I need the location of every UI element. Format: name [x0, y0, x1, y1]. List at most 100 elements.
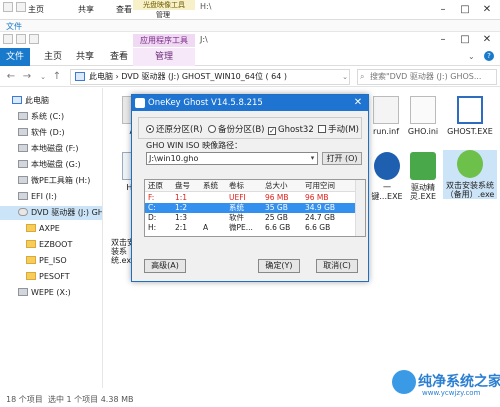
- sidebar-item-drive-i[interactable]: EFI (I:): [18, 190, 102, 204]
- cell-total: 6.6 GB: [265, 223, 291, 232]
- help-icon[interactable]: ?: [484, 51, 494, 61]
- folder-icon: [26, 256, 36, 264]
- forward-icon[interactable]: →: [20, 69, 34, 85]
- file-item-ghost-exe[interactable]: GHOST.EXE: [446, 96, 494, 136]
- partition-table: 还原 盘号 系统 卷标 总大小 可用空间 F: 1:1 UEFI 96 MB 9…: [144, 179, 366, 237]
- driver-app-icon: [410, 152, 436, 180]
- drive-icon: [18, 128, 28, 136]
- cell-disk: 1:1: [175, 193, 188, 202]
- tab-share[interactable]: 共享: [76, 48, 94, 66]
- cell-total: 35 GB: [265, 203, 288, 212]
- column-header: 可用空间: [305, 181, 335, 190]
- sidebar-item-drive-g[interactable]: 本地磁盘 (G:): [18, 158, 102, 172]
- file-item-autorun[interactable]: run.inf: [369, 96, 403, 136]
- sidebar-item-label: AXPE: [39, 224, 60, 233]
- quick-access-icon[interactable]: [3, 2, 13, 12]
- ghost-app-icon: [457, 96, 483, 124]
- tab-home[interactable]: 主页: [44, 48, 62, 66]
- sidebar-item-pe-iso[interactable]: PE_ISO: [26, 254, 102, 268]
- table-row-selected[interactable]: C: 1:2 系统 35 GB 34.9 GB: [145, 203, 355, 213]
- backup-radio[interactable]: 备份分区(B): [208, 125, 264, 136]
- watermark-text: 纯净系统之家: [418, 374, 500, 390]
- pc-icon: [75, 72, 85, 81]
- up-icon[interactable]: ↑: [50, 69, 64, 85]
- table-row[interactable]: H: 2:1 A 微PE... 6.6 GB 6.6 GB: [145, 223, 355, 233]
- bg-ribbon-strip: 文件: [0, 20, 500, 32]
- address-dropdown-icon[interactable]: ⌄: [338, 69, 352, 85]
- close-icon[interactable]: ✕: [350, 95, 366, 111]
- dialog-title: OneKey Ghost V14.5.8.215: [148, 98, 263, 108]
- cell-restore: D:: [148, 213, 157, 222]
- sidebar-item-drive-c[interactable]: 系统 (C:): [18, 110, 102, 124]
- recent-dropdown-icon[interactable]: ⌄: [36, 69, 50, 85]
- bg-tab-home[interactable]: 主页: [22, 3, 50, 17]
- address-bar[interactable]: 此电脑 › DVD 驱动器 (J:) GHOST_WIN10_64位 ( 64 …: [70, 69, 350, 85]
- context-tab-app-tools[interactable]: 应用程序工具: [133, 34, 195, 47]
- file-label: 双击安装系统（备用）.exe: [445, 181, 495, 199]
- breadcrumb[interactable]: 此电脑 › DVD 驱动器 (J:) GHOST_WIN10_64位 ( 64 …: [89, 72, 287, 81]
- sidebar-item-drive-x[interactable]: WEPE (X:): [18, 286, 102, 300]
- folder-icon: [26, 240, 36, 248]
- sidebar-item-axpe[interactable]: AXPE: [26, 222, 102, 236]
- sidebar-item-label: WEPE (X:): [31, 288, 71, 297]
- path-dropdown-icon[interactable]: ▾: [308, 153, 317, 164]
- sidebar-item-label: 系统 (C:): [31, 112, 65, 121]
- cell-disk: 1:2: [175, 203, 188, 212]
- sidebar-item-this-pc[interactable]: 此电脑: [12, 94, 102, 108]
- cell-label: 系统: [229, 203, 244, 212]
- bg-tab-file[interactable]: 文件: [6, 21, 22, 32]
- tab-manage[interactable]: 管理: [133, 48, 195, 66]
- file-item-driver[interactable]: 驱动精灵.EXE: [399, 152, 447, 201]
- dvd-icon: [18, 208, 28, 216]
- file-item-gho-ini[interactable]: GHO.ini: [399, 96, 447, 136]
- backup-label: 备份分区(B): [218, 125, 265, 135]
- restore-radio[interactable]: 还原分区(R): [146, 125, 203, 136]
- sidebar-item-dvd-j[interactable]: DVD 驱动器 (J:) GH: [0, 206, 102, 220]
- search-icon: ⌕: [360, 72, 365, 81]
- open-button[interactable]: 打开 (O): [322, 152, 362, 165]
- sidebar-item-label: EFI (I:): [31, 192, 57, 201]
- image-path-input[interactable]: J:\win10.gho: [146, 152, 318, 165]
- tab-file[interactable]: 文件: [0, 48, 30, 66]
- properties-icon[interactable]: [16, 34, 26, 44]
- sidebar-item-ezboot[interactable]: EZBOOT: [26, 238, 102, 252]
- advanced-button[interactable]: 高级(A): [144, 259, 186, 273]
- settings-file-icon: [373, 96, 399, 124]
- ghost32-label: Ghost32: [278, 125, 314, 135]
- back-icon[interactable]: ←: [4, 69, 18, 85]
- sidebar-item-drive-f[interactable]: 本地磁盘 (F:): [18, 142, 102, 156]
- file-label: 驱动精灵.EXE: [409, 183, 437, 201]
- table-row[interactable]: D: 1:3 软件 25 GB 24.7 GB: [145, 213, 355, 223]
- ok-button[interactable]: 确定(Y): [258, 259, 300, 273]
- tab-view[interactable]: 查看: [110, 48, 128, 66]
- window-path: J:\: [200, 35, 208, 44]
- close-icon[interactable]: ✕: [474, 32, 500, 48]
- item-count: 18 个项目: [6, 395, 43, 404]
- address-bar-row: ← → ⌄ ↑ 此电脑 › DVD 驱动器 (J:) GHOST_WIN10_6…: [0, 67, 500, 87]
- bg-close-icon[interactable]: ✕: [474, 2, 500, 18]
- manual-checkbox[interactable]: 手动(M): [318, 125, 359, 136]
- column-header: 总大小: [265, 181, 288, 190]
- ghost32-checkbox[interactable]: ✓ Ghost32: [268, 125, 314, 136]
- sidebar-item-drive-h[interactable]: 微PE工具箱 (H:): [18, 174, 102, 188]
- cell-total: 25 GB: [265, 213, 288, 222]
- bg-tab-share[interactable]: 共享: [72, 3, 100, 17]
- new-folder-icon[interactable]: [29, 34, 39, 44]
- app-icon: [374, 152, 400, 180]
- table-row[interactable]: F: 1:1 UEFI 96 MB 96 MB: [145, 193, 355, 203]
- watermark-logo-icon: [392, 370, 416, 394]
- image-path-label: GHO WIN ISO 映像路径：: [146, 141, 243, 150]
- search-placeholder: 搜索"DVD 驱动器 (J:) GHOS...: [370, 72, 482, 81]
- table-scrollbar[interactable]: [355, 180, 365, 236]
- dialog-title-bar[interactable]: OneKey Ghost V14.5.8.215 ✕: [132, 95, 368, 111]
- sidebar-item-pesoft[interactable]: PESOFT: [26, 270, 102, 284]
- file-item-setup-backup[interactable]: 双击安装系统（备用）.exe: [443, 150, 497, 199]
- cancel-button[interactable]: 取消(C): [316, 259, 358, 273]
- pc-icon: [12, 96, 22, 104]
- sidebar-item-label: 微PE工具箱 (H:): [31, 176, 91, 185]
- ribbon-expand-icon[interactable]: ⌄: [468, 52, 475, 61]
- search-input[interactable]: ⌕ 搜索"DVD 驱动器 (J:) GHOS...: [357, 69, 497, 85]
- sidebar-item-drive-d[interactable]: 软件 (D:): [18, 126, 102, 140]
- sidebar-item-label: 本地磁盘 (F:): [31, 144, 79, 153]
- folder-icon: [3, 34, 13, 44]
